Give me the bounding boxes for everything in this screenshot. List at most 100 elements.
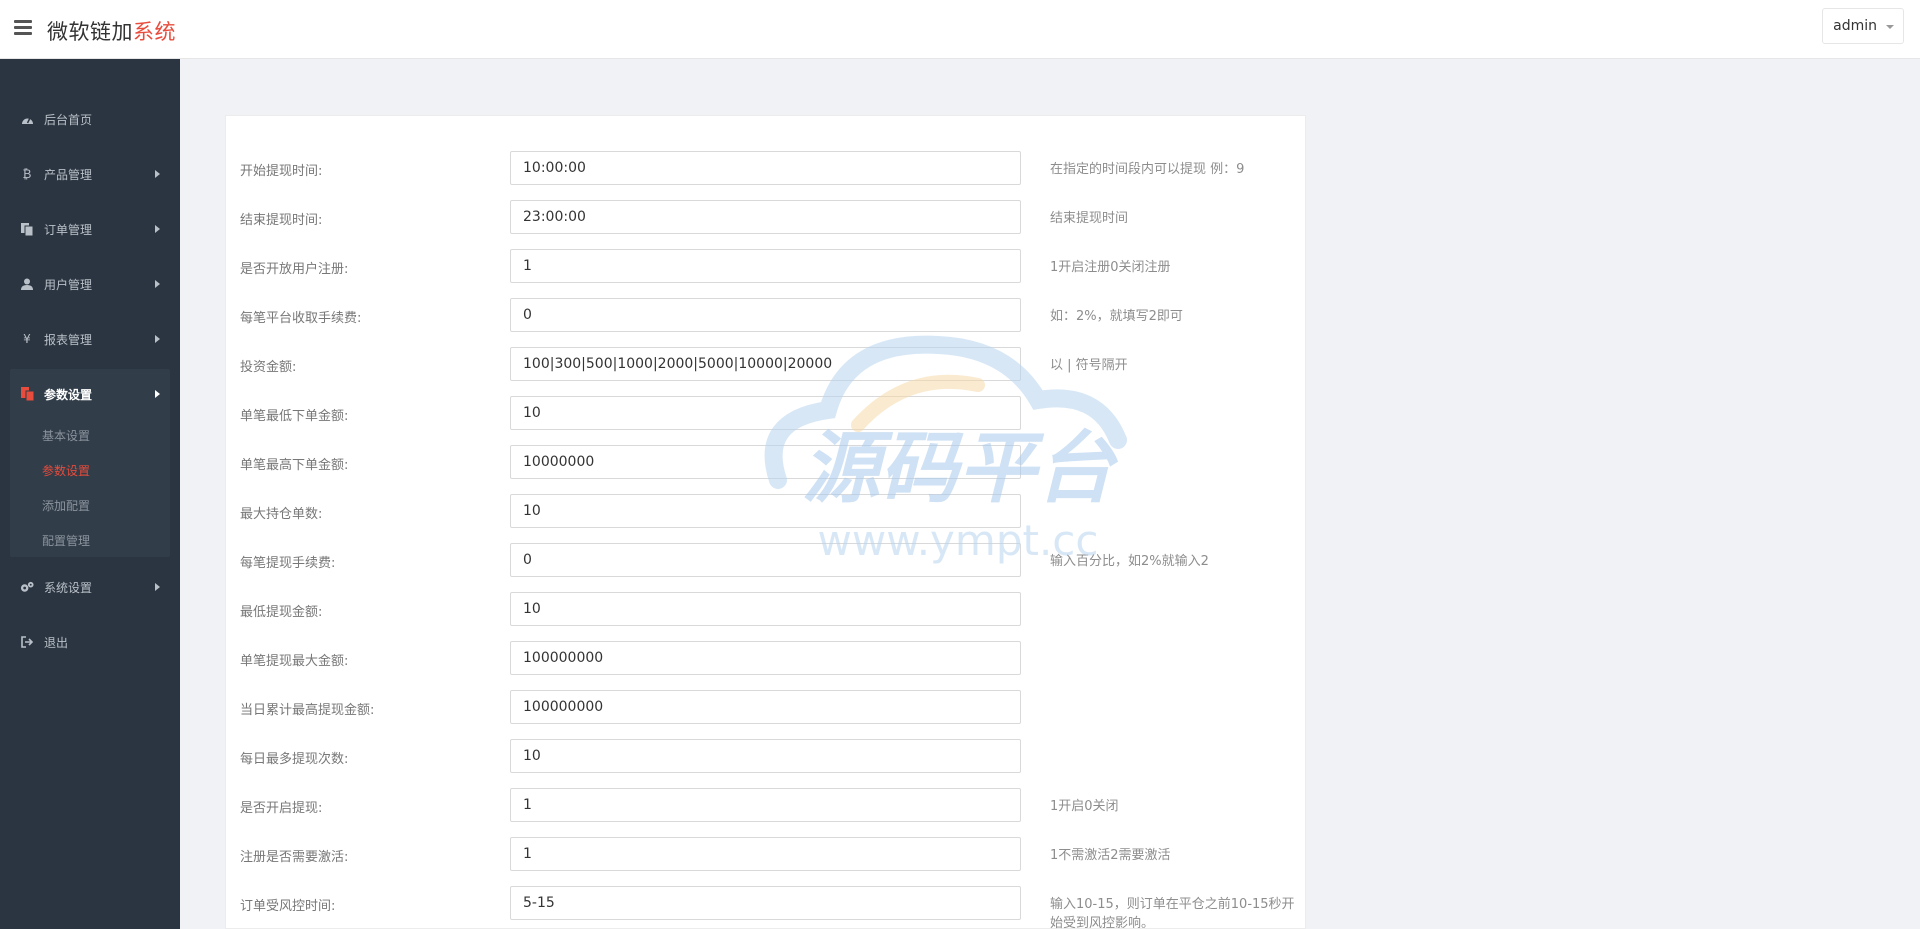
field-label: 投资金额: — [240, 360, 297, 375]
register-activation-input[interactable] — [510, 837, 1021, 871]
form-row-max-positions: 最大持仓单数: — [226, 494, 1307, 528]
copy-icon — [20, 222, 34, 236]
files-icon — [20, 387, 34, 401]
withdraw-start-time-input[interactable] — [510, 151, 1021, 185]
max-positions-input[interactable] — [510, 494, 1021, 528]
chevron-right-icon — [155, 390, 160, 398]
yen-icon: ¥ — [23, 332, 31, 346]
user-icon — [20, 277, 34, 291]
open-register-input[interactable] — [510, 249, 1021, 283]
sidebar-item-label: 产品管理 — [44, 167, 93, 182]
sidebar-item-label: 用户管理 — [44, 277, 93, 292]
sidebar-item-label: 退出 — [44, 635, 69, 650]
form-row-invest-amounts: 投资金额: 以 | 符号隔开 — [226, 347, 1307, 381]
field-label: 是否开启提现: — [240, 801, 323, 816]
form-row-withdraw-start: 开始提现时间: 在指定的时间段内可以提现 例：9 — [226, 151, 1307, 185]
field-label: 每日最多提现次数: — [240, 752, 349, 767]
chevron-right-icon — [155, 335, 160, 343]
field-hint: 输入百分比，如2%就输入2 — [1050, 554, 1209, 569]
min-withdraw-input[interactable] — [510, 592, 1021, 626]
form-row-enable-withdraw: 是否开启提现: 1开启0关闭 — [226, 788, 1307, 822]
sidebar-item-label: 订单管理 — [44, 222, 93, 237]
field-hint: 1不需激活2需要激活 — [1050, 848, 1171, 863]
form-row-platform-fee: 每笔平台收取手续费: 如：2%，就填写2即可 — [226, 298, 1307, 332]
field-label: 单笔最高下单金额: — [240, 458, 349, 473]
sidebar-item-label: 后台首页 — [44, 112, 93, 127]
daily-withdraw-count-input[interactable] — [510, 739, 1021, 773]
field-hint: 1开启注册0关闭注册 — [1050, 260, 1171, 275]
chevron-right-icon — [155, 280, 160, 288]
field-label: 当日累计最高提现金额: — [240, 703, 375, 718]
field-label: 开始提现时间: — [240, 164, 323, 179]
gears-icon — [20, 580, 34, 594]
hamburger-menu-icon[interactable] — [14, 20, 32, 36]
bitcoin-icon: ₿ — [22, 167, 32, 181]
form-row-daily-withdraw-count: 每日最多提现次数: — [226, 739, 1307, 773]
sign-out-icon — [20, 635, 34, 649]
form-row-min-order: 单笔最低下单金额: — [226, 396, 1307, 430]
form-row-register-activation: 注册是否需要激活: 1不需激活2需要激活 — [226, 837, 1307, 871]
dashboard-icon — [20, 112, 34, 126]
user-dropdown[interactable]: admin — [1822, 8, 1904, 44]
withdraw-end-time-input[interactable] — [510, 200, 1021, 234]
sidebar-item-label: 参数设置 — [44, 387, 93, 402]
risk-control-time-input[interactable] — [510, 886, 1021, 920]
sidebar-item-label: 报表管理 — [44, 332, 93, 347]
form-row-open-register: 是否开放用户注册: 1开启注册0关闭注册 — [226, 249, 1307, 283]
invest-amounts-input[interactable] — [510, 347, 1021, 381]
submenu-basic-settings[interactable]: 基本设置 — [42, 427, 90, 444]
form-row-withdraw-end: 结束提现时间: 结束提现时间 — [226, 200, 1307, 234]
field-hint: 输入10-15，则订单在平仓之前10-15秒开始受到风控影响。 — [1050, 897, 1295, 929]
brand-title: 微软链加系统 — [47, 16, 176, 46]
max-order-amount-input[interactable] — [510, 445, 1021, 479]
sidebar-item-products[interactable]: ₿ 产品管理 — [0, 154, 180, 194]
submenu-add-config[interactable]: 添加配置 — [42, 497, 90, 514]
field-label: 每笔提现手续费: — [240, 556, 336, 571]
field-hint: 1开启0关闭 — [1050, 799, 1119, 814]
sidebar-item-system[interactable]: 系统设置 — [0, 567, 180, 607]
sidebar-item-orders[interactable]: 订单管理 — [0, 209, 180, 249]
top-header: 微软链加系统 admin — [0, 0, 1920, 59]
field-hint: 在指定的时间段内可以提现 例：9 — [1050, 162, 1245, 177]
settings-form-panel: 开始提现时间: 在指定的时间段内可以提现 例：9 结束提现时间: 结束提现时间 … — [225, 115, 1306, 929]
sidebar-item-logout[interactable]: 退出 — [0, 622, 180, 662]
daily-max-withdraw-input[interactable] — [510, 690, 1021, 724]
field-label: 每笔平台收取手续费: — [240, 311, 362, 326]
brand-main-text: 微软链加 — [47, 20, 133, 44]
submenu-param-settings[interactable]: 参数设置 — [42, 462, 90, 479]
field-label: 订单受风控时间: — [240, 899, 336, 914]
field-hint: 结束提现时间 — [1050, 211, 1129, 226]
field-hint: 如：2%，就填写2即可 — [1050, 309, 1183, 324]
form-row-max-order: 单笔最高下单金额: — [226, 445, 1307, 479]
field-hint: 以 | 符号隔开 — [1050, 358, 1128, 373]
form-row-withdraw-fee: 每笔提现手续费: 输入百分比，如2%就输入2 — [226, 543, 1307, 577]
username: admin — [1833, 18, 1877, 34]
min-order-amount-input[interactable] — [510, 396, 1021, 430]
field-label: 注册是否需要激活: — [240, 850, 349, 865]
field-label: 单笔最低下单金额: — [240, 409, 349, 424]
form-row-risk-time: 订单受风控时间: 输入10-15，则订单在平仓之前10-15秒开始受到风控影响。 — [226, 886, 1307, 929]
chevron-right-icon — [155, 170, 160, 178]
field-label: 单笔提现最大金额: — [240, 654, 349, 669]
withdraw-fee-input[interactable] — [510, 543, 1021, 577]
form-row-min-withdraw: 最低提现金额: — [226, 592, 1307, 626]
sidebar-item-reports[interactable]: ¥ 报表管理 — [0, 319, 180, 359]
submenu-config-manage[interactable]: 配置管理 — [42, 532, 90, 549]
chevron-right-icon — [155, 583, 160, 591]
brand-accent-text: 系统 — [133, 20, 176, 44]
field-label: 最低提现金额: — [240, 605, 323, 620]
platform-fee-input[interactable] — [510, 298, 1021, 332]
sidebar-item-label: 系统设置 — [44, 580, 93, 595]
field-label: 是否开放用户注册: — [240, 262, 349, 277]
sidebar-item-dashboard[interactable]: 后台首页 — [0, 99, 180, 139]
max-withdraw-input[interactable] — [510, 641, 1021, 675]
sidebar-item-users[interactable]: 用户管理 — [0, 264, 180, 304]
form-row-daily-max-withdraw: 当日累计最高提现金额: — [226, 690, 1307, 724]
enable-withdraw-input[interactable] — [510, 788, 1021, 822]
sidebar: 后台首页 ₿ 产品管理 订单管理 用户管理 ¥ 报表管理 参数设置 基本设置 参… — [0, 59, 180, 929]
field-label: 结束提现时间: — [240, 213, 323, 228]
caret-down-icon — [1886, 25, 1894, 29]
chevron-right-icon — [155, 225, 160, 233]
field-label: 最大持仓单数: — [240, 507, 323, 522]
sidebar-item-params[interactable]: 参数设置 — [0, 374, 180, 414]
